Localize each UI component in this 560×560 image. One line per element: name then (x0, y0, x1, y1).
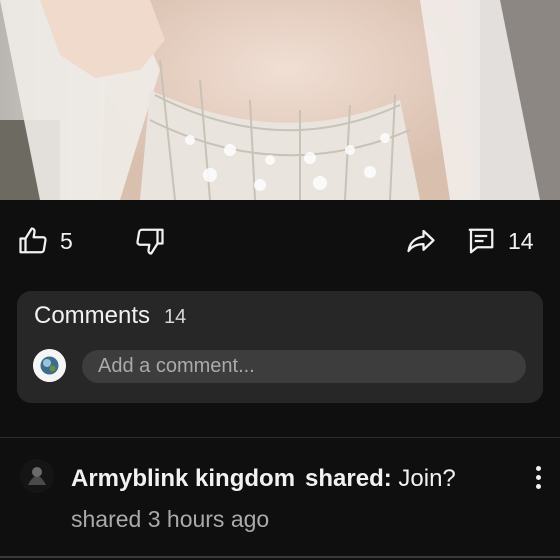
video-frame-image (0, 0, 560, 200)
action-bar: 5 14 (0, 200, 560, 288)
more-options-button[interactable] (526, 460, 550, 500)
like-count: 5 (60, 227, 73, 254)
add-comment-input[interactable] (82, 350, 526, 383)
thumbs-down-icon (136, 228, 164, 255)
activity-timestamp: shared 3 hours ago (71, 506, 270, 532)
comments-count: 14 (508, 227, 534, 254)
like-button[interactable]: 5 (18, 226, 73, 256)
activity-text: Armyblink kingdom shared: Join? (71, 465, 456, 493)
user-avatar-icon (33, 349, 66, 382)
activity-message: Join? (398, 465, 456, 492)
avatar (33, 349, 66, 382)
video-frame[interactable] (0, 0, 560, 200)
thumbs-up-icon (19, 227, 47, 254)
divider (0, 437, 560, 438)
activity-verb: shared: (305, 465, 392, 492)
bottom-divider (0, 556, 560, 558)
share-button[interactable] (405, 226, 437, 256)
comments-panel-count: 14 (164, 306, 187, 328)
more-vert-icon (535, 466, 541, 471)
activity-username[interactable]: Armyblink kingdom (71, 465, 295, 492)
comments-title: Comments (34, 302, 151, 329)
share-arrow-icon (407, 229, 435, 253)
activity-avatar[interactable] (20, 459, 54, 493)
comments-button[interactable]: 14 (466, 226, 534, 256)
channel-avatar-icon (20, 459, 54, 493)
dislike-button[interactable] (135, 226, 165, 256)
comments-panel[interactable]: Comments 14 (17, 291, 543, 403)
comment-icon (468, 228, 494, 254)
